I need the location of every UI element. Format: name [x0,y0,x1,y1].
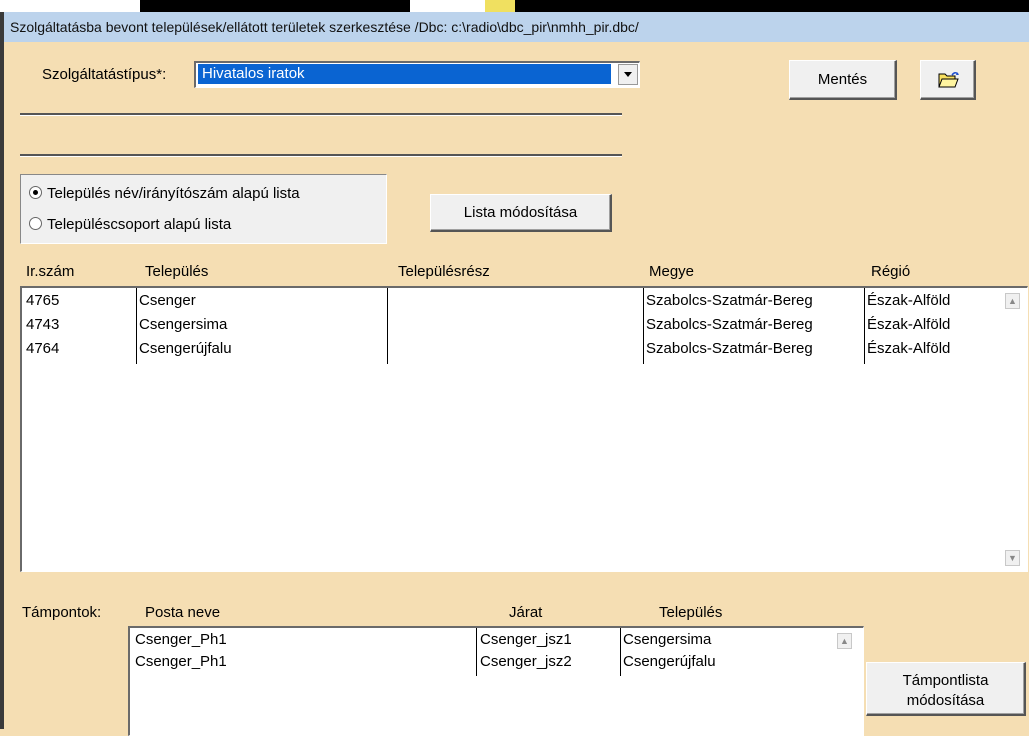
radio-label: Település név/irányítószám alapú lista [47,185,300,202]
modify-points-label-line1: Támpontlista [902,672,989,689]
table-row[interactable]: Csenger_Ph1 Csenger_jsz2 Csengerújfalu [130,650,840,674]
window-title: Szolgáltatásba bevont települések/elláto… [4,12,1029,42]
radio-settlement-list[interactable]: Település név/irányítószám alapú lista [29,185,300,202]
chevron-down-icon[interactable] [618,64,638,85]
column-header-route: Járat [509,604,543,621]
modify-points-button[interactable]: Támpontlista módosítása [866,662,1026,716]
service-type-value: Hivatalos iratok [198,64,611,84]
separator-line [20,154,622,157]
column-header-settlement: Település [145,263,209,280]
cell-point-settlement: Csengerújfalu [623,653,716,670]
cell-region: Észak-Alföld [867,316,951,333]
modify-list-button[interactable]: Lista módosítása [430,194,612,232]
cell-region: Észak-Alföld [867,292,951,309]
column-header-county: Megye [649,263,695,280]
column-header-post: Posta neve [145,604,221,621]
cell-zip: 4743 [26,316,60,333]
open-folder-button[interactable] [920,60,976,100]
points-label: Támpontok: [22,604,102,621]
scroll-up-arrow-icon[interactable]: ▲ [837,633,852,649]
cell-county: Szabolcs-Szatmár-Bereg [646,316,813,333]
service-type-select[interactable]: Hivatalos iratok [194,61,640,88]
radio-selected-icon [29,186,42,199]
cell-route: Csenger_jsz1 [480,631,572,648]
scroll-down-arrow-icon[interactable]: ▼ [1005,550,1020,566]
column-header-part: Településrész [398,263,490,280]
cell-county: Szabolcs-Szatmár-Bereg [646,340,813,357]
cell-zip: 4764 [26,340,60,357]
column-header-point-settlement: Település [659,604,723,621]
settlements-table[interactable]: 4765 Csenger Szabolcs-Szatmár-Bereg Észa… [20,286,1028,572]
cell-county: Szabolcs-Szatmár-Bereg [646,292,813,309]
modify-points-label-line2: módosítása [906,692,985,709]
top-strip [0,0,1029,12]
radio-unselected-icon [29,217,42,230]
cell-point-settlement: Csengersima [623,631,712,648]
service-type-label: Szolgáltatástípus*: [42,66,167,83]
open-folder-icon [938,71,960,93]
cell-post: Csenger_Ph1 [135,631,227,648]
table-row[interactable]: Csenger_Ph1 Csenger_jsz1 Csengersima [130,628,840,652]
cell-settlement: Csengerújfalu [139,340,232,357]
scroll-up-arrow-icon[interactable]: ▲ [1005,293,1020,309]
cell-zip: 4765 [26,292,60,309]
table-row[interactable]: 4765 Csenger Szabolcs-Szatmár-Bereg Észa… [22,289,1002,313]
radio-group-list[interactable]: Településcsoport alapú lista [29,216,231,233]
table-row[interactable]: 4743 Csengersima Szabolcs-Szatmár-Bereg … [22,313,1002,337]
list-mode-group: Település név/irányítószám alapú lista T… [20,174,387,244]
cell-region: Észak-Alföld [867,340,951,357]
separator-line [20,113,622,116]
table-row[interactable]: 4764 Csengerújfalu Szabolcs-Szatmár-Bere… [22,337,1002,361]
points-table[interactable]: Csenger_Ph1 Csenger_jsz1 Csengersima Cse… [128,626,864,736]
cell-settlement: Csengersima [139,316,228,333]
cell-route: Csenger_jsz2 [480,653,572,670]
column-header-zip: Ir.szám [26,263,75,280]
save-button[interactable]: Mentés [789,60,897,100]
cell-post: Csenger_Ph1 [135,653,227,670]
column-header-region: Régió [871,263,911,280]
cell-settlement: Csenger [139,292,196,309]
radio-label: Településcsoport alapú lista [47,216,232,233]
window-left-edge [0,0,4,729]
